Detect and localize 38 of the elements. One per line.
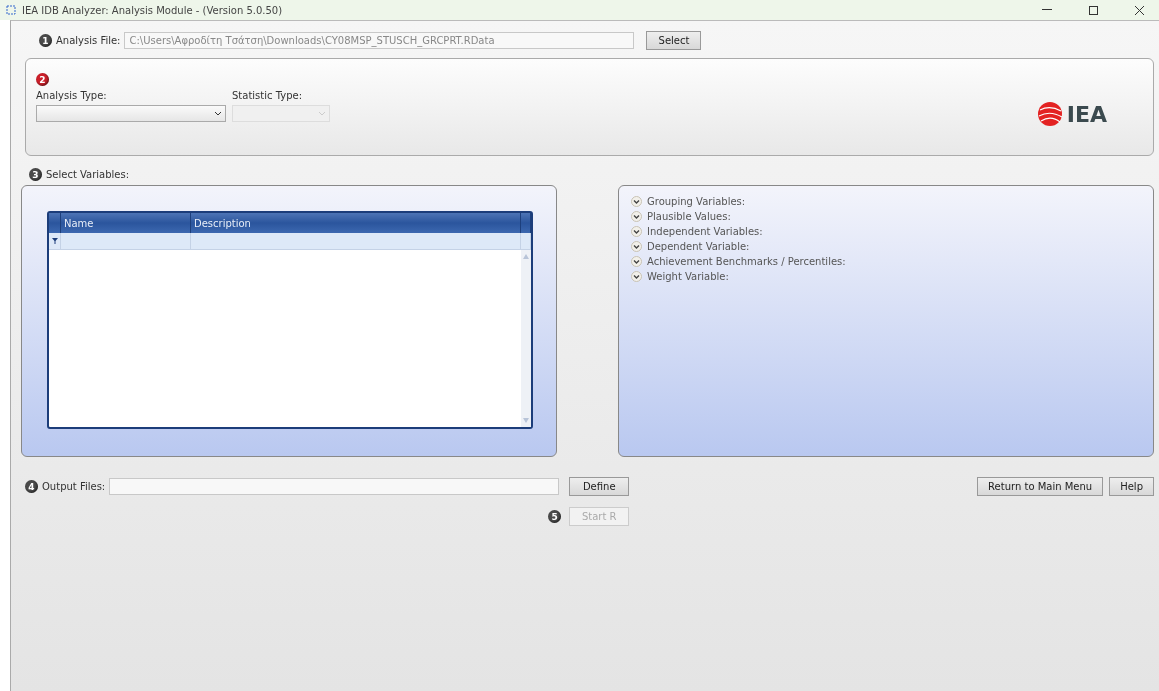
select-button[interactable]: Select [646, 31, 702, 50]
file-path-field[interactable]: C:\Users\Αφροδίτη Τσάτση\Downloads\CY08MSP_STUSCH_GRCPRT.RData [124, 32, 635, 49]
globe-logo-icon [1036, 101, 1063, 127]
section-toggle-label[interactable]: Independent Variables: [647, 226, 763, 237]
section-label: Select Variables: [46, 169, 130, 180]
section-toggle-label[interactable]: Achievement Benchmarks / Percentiles: [647, 256, 846, 267]
chevron-down-icon[interactable] [631, 226, 642, 237]
field-label: Statistic Type: [232, 90, 304, 101]
step-number-badge: 4 [25, 480, 38, 493]
maximize-icon[interactable] [1088, 5, 1098, 15]
define-button[interactable]: Define [569, 477, 630, 496]
section-toggle-label[interactable]: Dependent Variable: [647, 241, 750, 252]
chevron-down-icon [215, 111, 221, 116]
section-toggle-label[interactable]: Grouping Variables: [647, 196, 746, 207]
return-to-main-menu-button[interactable]: Return to Main Menu [977, 477, 1104, 496]
close-icon[interactable] [1134, 5, 1144, 15]
chevron-down-icon[interactable] [631, 256, 642, 267]
app-icon [6, 5, 16, 15]
step-number-badge: 3 [29, 168, 42, 181]
help-button[interactable]: Help [1109, 477, 1154, 496]
window-title: IEA IDB Analyzer: Analysis Module - (Version 5.0.50) [22, 4, 283, 16]
logo-text: IEA [1066, 101, 1107, 127]
chevron-down-icon[interactable] [631, 241, 642, 252]
step-number-badge: 5 [548, 510, 562, 523]
chevron-down-icon[interactable] [631, 271, 642, 282]
filter-icon[interactable] [51, 238, 58, 244]
chevron-down-icon[interactable] [631, 196, 642, 207]
minimize-icon[interactable] [1042, 9, 1052, 11]
section-toggle-label[interactable]: Weight Variable: [647, 271, 729, 282]
chevron-down-icon [319, 111, 325, 116]
field-label: Output Files: [42, 481, 106, 492]
chevron-down-icon[interactable] [631, 211, 642, 222]
step-number-badge: 1 [39, 34, 52, 47]
section-toggle-label[interactable]: Plausible Values: [647, 211, 731, 222]
field-label: Analysis File: [56, 35, 121, 46]
output-files-field[interactable] [109, 478, 560, 495]
step-number-badge: 2 [36, 73, 49, 86]
field-label: Analysis Type: [36, 90, 108, 101]
